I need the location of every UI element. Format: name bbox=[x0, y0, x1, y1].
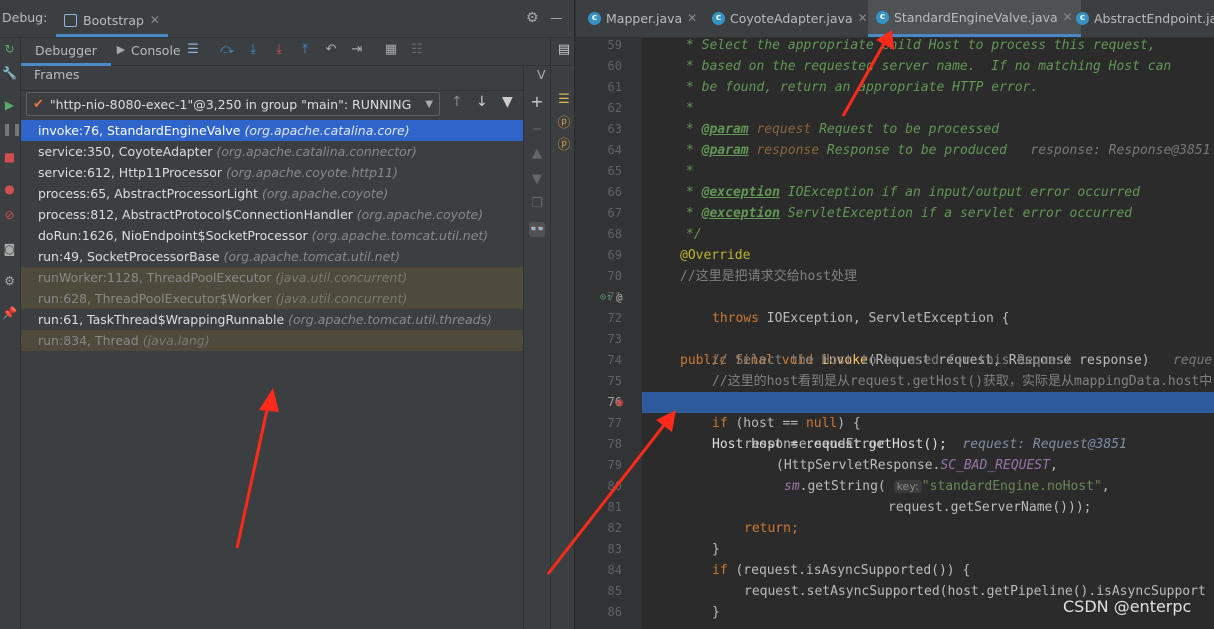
watermark: CSDN @enterpc bbox=[1063, 597, 1192, 616]
arrow-code-line bbox=[546, 419, 670, 575]
arrow-code-line-head bbox=[656, 410, 676, 432]
arrow-frames-head bbox=[259, 388, 279, 412]
annotation-arrows bbox=[235, 30, 894, 575]
arrow-active-tab bbox=[841, 39, 888, 117]
arrow-active-tab-head bbox=[876, 30, 894, 50]
arrow-frames bbox=[235, 395, 272, 549]
